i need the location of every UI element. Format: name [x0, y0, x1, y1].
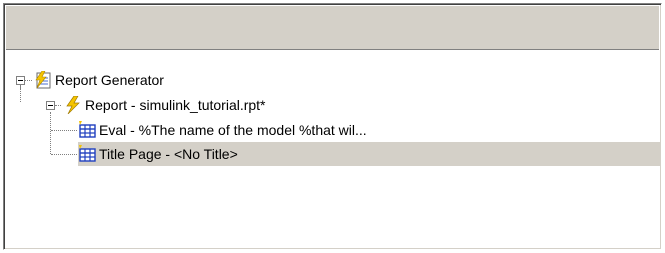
table-component-icon [79, 121, 96, 138]
tree-node-title-page[interactable]: Title Page - <No Title> [78, 142, 661, 166]
tree-panel: Report Generator Report - simulink_tutor… [3, 3, 662, 250]
outline-tree: Report Generator Report - simulink_tutor… [4, 50, 661, 249]
tree-node-label: Title Page - <No Title> [96, 143, 241, 165]
panel-header [6, 6, 659, 50]
tree-node-eval[interactable]: Eval - %The name of the model %that wil.… [96, 118, 370, 142]
tree-node-report-generator[interactable]: Report Generator [52, 68, 167, 92]
collapse-toggle-report[interactable] [46, 101, 55, 110]
tree-node-label: Eval - %The name of the model %that wil.… [99, 122, 367, 138]
tree-node-label: Report Generator [55, 72, 164, 88]
lightning-bolt-icon [66, 96, 80, 114]
report-generator-icon [35, 71, 51, 89]
collapse-toggle-root[interactable] [16, 76, 25, 85]
table-component-icon [79, 145, 96, 162]
tree-node-report[interactable]: Report - simulink_tutorial.rpt* [82, 93, 269, 117]
tree-node-label: Report - simulink_tutorial.rpt* [85, 97, 266, 113]
